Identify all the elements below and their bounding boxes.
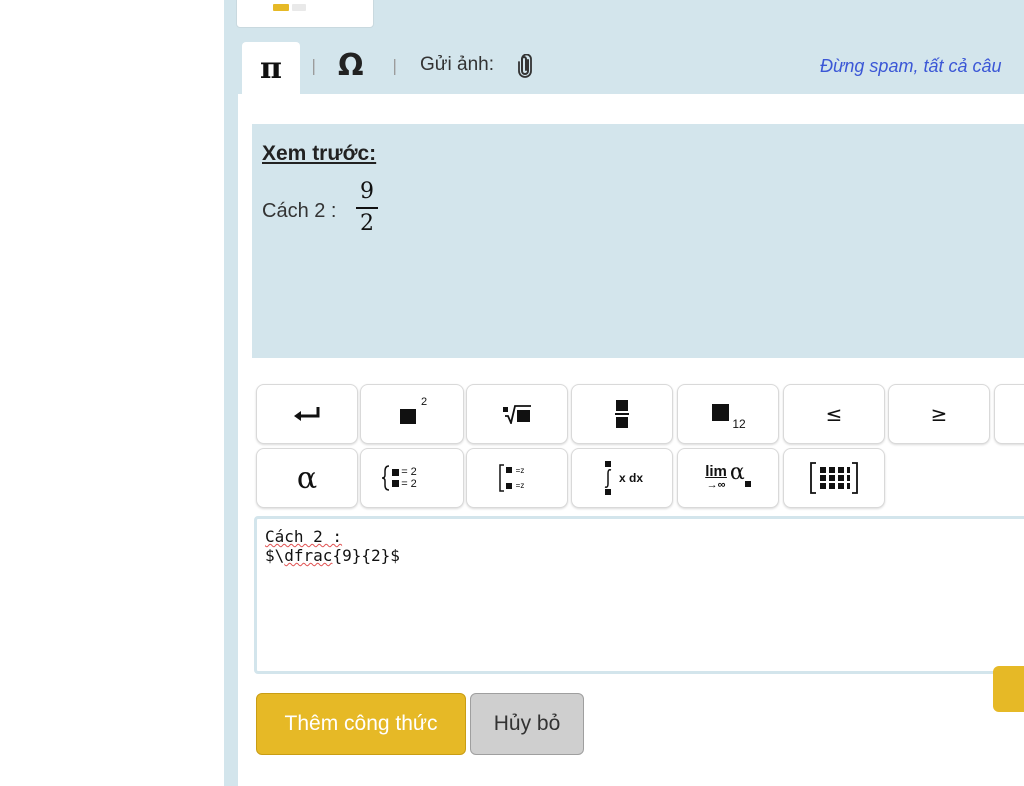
add-formula-button[interactable]: Thêm công thức: [256, 693, 466, 755]
fraction-key[interactable]: [571, 384, 673, 444]
nth-root-icon: [503, 405, 531, 424]
subscript-key[interactable]: 12: [677, 384, 779, 444]
editor-line-1: Cách 2 :: [265, 527, 343, 546]
toolbar-separator: |: [392, 56, 398, 75]
preview-title: Xem trước:: [262, 142, 377, 165]
nth-root-key[interactable]: [466, 384, 568, 444]
thumbnail-preview[interactable]: [236, 0, 374, 28]
integral-label: x dx: [618, 471, 643, 485]
equation-system-key[interactable]: = 2 = 2: [360, 448, 464, 508]
left-blank-area: [0, 0, 224, 786]
thumbnail-chip-gray: [292, 4, 306, 11]
enter-key[interactable]: [256, 384, 358, 444]
superscript-key[interactable]: 2: [360, 384, 464, 444]
alpha-key[interactable]: α: [256, 448, 358, 508]
preview-text: Cách 2 :: [262, 200, 337, 222]
matrix-icon: [810, 462, 858, 494]
paperclip-icon[interactable]: [516, 54, 534, 78]
limit-operator: lim →∞: [705, 462, 727, 491]
preview-fraction: 9 2: [356, 178, 378, 238]
fraction-bar: [356, 207, 378, 209]
equation-system-labels: = 2 = 2: [401, 466, 417, 490]
greater-equal-key[interactable]: ≥: [888, 384, 990, 444]
editor-toolbar: π | Ω | Gửi ảnh: Đừng spam, tất cả câu: [238, 36, 1024, 94]
subscript-icon: [712, 404, 730, 421]
fraction-denominator: 2: [360, 210, 374, 236]
editor-line-2: $\dfrac{9}{2}$: [265, 546, 400, 565]
next-key-partial[interactable]: [994, 384, 1024, 444]
pi-icon: π: [260, 50, 282, 86]
integral-icon: [604, 461, 612, 495]
spam-warning: Đừng spam, tất cả câu: [820, 56, 1002, 76]
latex-editor-input[interactable]: Cách 2 : $\dfrac{9}{2}$: [254, 516, 1024, 674]
subscript-index: 12: [732, 417, 746, 431]
matrix-key[interactable]: [783, 448, 885, 508]
tab-math[interactable]: π: [242, 42, 300, 94]
omega-icon[interactable]: Ω: [338, 48, 364, 83]
send-image-label: Gửi ảnh:: [420, 54, 494, 75]
enter-icon: [294, 407, 320, 421]
fraction-icon: [615, 400, 629, 428]
submit-button-partial[interactable]: [993, 666, 1024, 712]
fraction-numerator: 9: [360, 179, 374, 204]
formula-preview: Xem trước: Cách 2 : 9 2: [252, 124, 1024, 358]
toolbar-separator: |: [311, 56, 317, 75]
superscript-icon: [399, 409, 416, 424]
cancel-button[interactable]: Hủy bỏ: [470, 693, 584, 755]
bracket-system-key[interactable]: =z =z: [466, 448, 568, 508]
limit-placeholder-icon: [744, 481, 751, 487]
limit-key[interactable]: lim →∞ α: [677, 448, 779, 508]
superscript-exponent: 2: [420, 396, 428, 408]
bracket-system-labels: =z =z: [515, 466, 525, 490]
integral-key[interactable]: x dx: [571, 448, 673, 508]
less-equal-key[interactable]: ≤: [783, 384, 885, 444]
limit-symbol: α: [729, 459, 745, 485]
thumbnail-chip-yellow: [273, 4, 289, 11]
